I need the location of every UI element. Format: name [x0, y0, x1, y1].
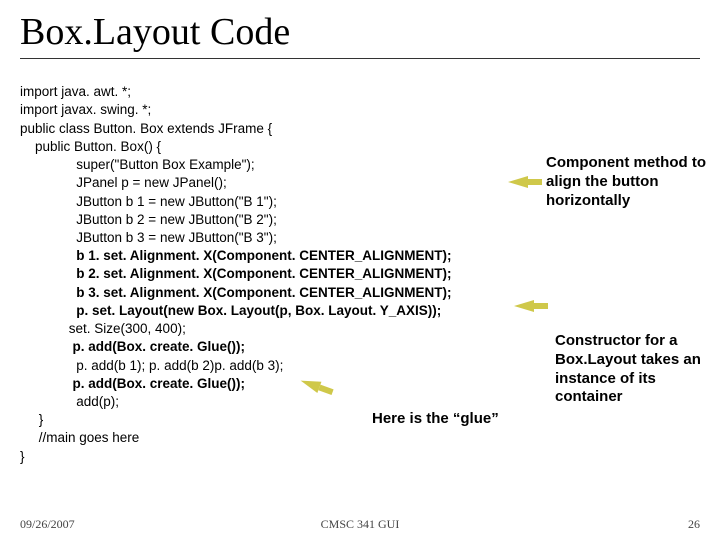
code-line: b 3. set. Alignment. X(Component. CENTER… — [20, 285, 452, 300]
slide-footer: 09/26/2007 CMSC 341 GUI 26 — [20, 517, 700, 532]
code-line: JButton b 1 = new JButton("B 1"); — [20, 194, 277, 209]
code-line: JPanel p = new JPanel(); — [20, 175, 227, 190]
code-line: JButton b 2 = new JButton("B 2"); — [20, 212, 277, 227]
code-block: import java. awt. *; import javax. swing… — [20, 65, 700, 484]
code-line: add(p); — [20, 394, 119, 409]
code-line: JButton b 3 = new JButton("B 3"); — [20, 230, 277, 245]
code-line: import java. awt. *; — [20, 84, 131, 99]
annotation-glue: Here is the “glue” — [372, 410, 552, 429]
code-line: } — [20, 449, 25, 464]
annotation-component-method: Component method to align the button hor… — [546, 154, 706, 210]
arrow-icon — [514, 300, 534, 312]
code-line: super("Button Box Example"); — [20, 157, 255, 172]
footer-course: CMSC 341 GUI — [20, 517, 700, 532]
annotation-constructor: Constructor for a Box.Layout takes an in… — [555, 332, 715, 407]
code-line: p. set. Layout(new Box. Layout(p, Box. L… — [20, 303, 441, 318]
code-line: //main goes here — [20, 430, 139, 445]
code-line: public Button. Box() { — [20, 139, 161, 154]
slide-title: Box.Layout Code — [20, 10, 700, 59]
code-line: p. add(Box. create. Glue()); — [20, 339, 245, 354]
code-line: set. Size(300, 400); — [20, 321, 186, 336]
code-line: b 1. set. Alignment. X(Component. CENTER… — [20, 248, 452, 263]
code-line: p. add(Box. create. Glue()); — [20, 376, 245, 391]
code-line: p. add(b 1); p. add(b 2)p. add(b 3); — [20, 358, 283, 373]
code-line: public class Button. Box extends JFrame … — [20, 121, 272, 136]
arrow-icon — [508, 176, 528, 188]
code-line: import javax. swing. *; — [20, 102, 151, 117]
code-line: b 2. set. Alignment. X(Component. CENTER… — [20, 266, 452, 281]
code-line: } — [20, 412, 43, 427]
